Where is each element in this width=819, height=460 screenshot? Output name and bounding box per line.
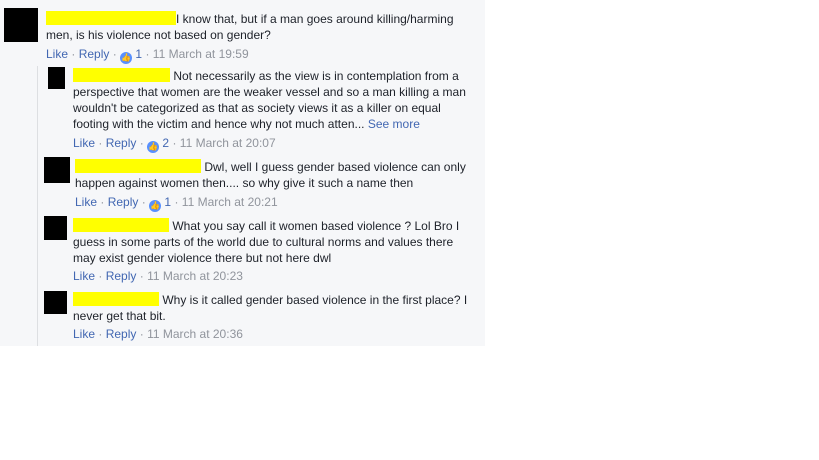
comment-timestamp[interactable]: 11 March at 20:36 (147, 327, 243, 341)
comment-actions: Like · Reply · 👍 1 · 11 March at 19:59 (46, 46, 249, 64)
like-link[interactable]: Like (73, 327, 95, 341)
comment-body: Why is it called gender based violence i… (73, 292, 468, 324)
comment-body: I know that, but if a man goes around ki… (46, 11, 471, 43)
separator: · (98, 136, 103, 150)
like-count[interactable]: 1 (135, 47, 142, 61)
avatar[interactable] (44, 291, 67, 314)
comment-timestamp[interactable]: 11 March at 19:59 (153, 47, 249, 61)
redacted-author-name[interactable] (73, 68, 170, 82)
separator: · (139, 327, 144, 341)
comment-timestamp[interactable]: 11 March at 20:21 (182, 195, 278, 209)
separator: · (141, 195, 146, 209)
comment-timestamp[interactable]: 11 March at 20:07 (180, 136, 276, 150)
redacted-author-name[interactable] (73, 292, 159, 306)
like-reaction-icon[interactable]: 👍 (147, 141, 160, 153)
comment-body: Dwl, well I guess gender based violence … (75, 159, 470, 191)
separator: · (98, 269, 103, 283)
comment-timestamp[interactable]: 11 March at 20:23 (147, 269, 243, 283)
comment-actions: Like · Reply · 👍 2 · 11 March at 20:07 (73, 135, 276, 153)
reply-link[interactable]: Reply (79, 47, 110, 61)
separator: · (139, 136, 144, 150)
separator: · (71, 47, 76, 61)
like-link[interactable]: Like (73, 269, 95, 283)
like-reaction-icon[interactable]: 👍 (149, 200, 162, 212)
redacted-author-name[interactable] (73, 218, 169, 232)
comment-actions: Like · Reply · 11 March at 20:36 (73, 326, 243, 342)
like-reaction-icon[interactable]: 👍 (120, 52, 133, 64)
separator: · (98, 327, 103, 341)
like-count[interactable]: 2 (162, 136, 169, 150)
avatar[interactable] (44, 157, 70, 183)
separator: · (174, 195, 179, 209)
reply-thread-line (37, 66, 38, 346)
reply-link[interactable]: Reply (106, 136, 137, 150)
avatar[interactable] (4, 8, 38, 42)
like-count[interactable]: 1 (164, 195, 171, 209)
separator: · (145, 47, 150, 61)
comment-actions: Like · Reply · 👍 1 · 11 March at 20:21 (75, 194, 278, 212)
like-link[interactable]: Like (75, 195, 97, 209)
separator: · (139, 269, 144, 283)
redacted-author-name[interactable] (46, 11, 176, 25)
separator: · (112, 47, 117, 61)
reply-link[interactable]: Reply (106, 269, 137, 283)
comment-actions: Like · Reply · 11 March at 20:23 (73, 268, 243, 284)
separator: · (100, 195, 105, 209)
comment-body: Not necessarily as the view is in contem… (73, 68, 468, 132)
separator: · (172, 136, 177, 150)
reply-link[interactable]: Reply (108, 195, 139, 209)
like-link[interactable]: Like (46, 47, 68, 61)
see-more-link[interactable]: See more (368, 117, 420, 131)
like-link[interactable]: Like (73, 136, 95, 150)
redacted-author-name[interactable] (75, 159, 201, 173)
avatar[interactable] (44, 216, 67, 240)
avatar[interactable] (48, 67, 65, 89)
reply-link[interactable]: Reply (106, 327, 137, 341)
comment-body: What you say call it women based violenc… (73, 218, 468, 266)
